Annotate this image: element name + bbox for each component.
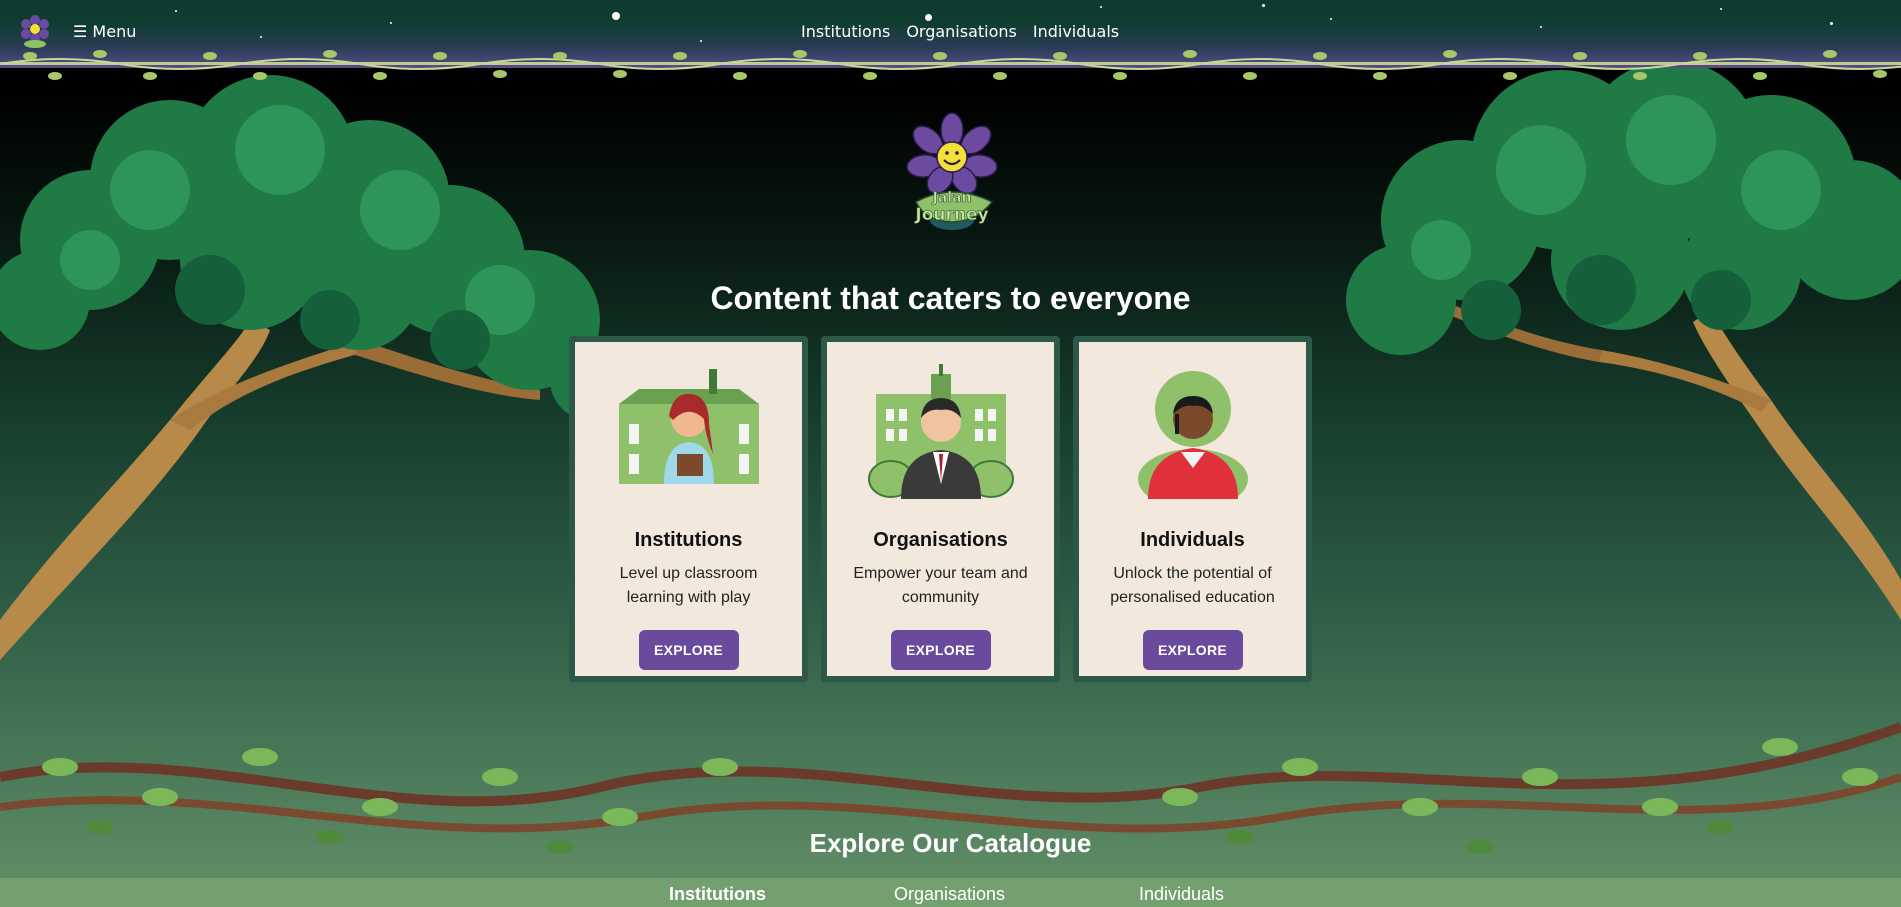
card-institutions: Institutions Level up classroom learning… [569,336,808,682]
nav-link-institutions[interactable]: Institutions [801,22,890,41]
jalan-journey-hero-logo: Jalan Journey [906,112,998,230]
hero-headline: Content that caters to everyone [710,280,1191,316]
card-title: Individuals [1140,529,1245,551]
audience-cards: Institutions Level up classroom learning… [569,336,1312,682]
businessman-building-illustration-icon [867,364,1014,499]
teacher-school-illustration-icon [618,369,759,484]
explore-institutions-button[interactable]: EXPLORE [638,630,739,670]
left-tree-illustration [0,75,630,660]
explore-organisations-button[interactable]: EXPLORE [890,630,991,670]
nav-link-organisations[interactable]: Organisations [906,22,1017,41]
right-tree-illustration [1346,60,1901,620]
card-individuals: Individuals Unlock the potential of pers… [1073,336,1312,682]
vine-leaves-decoration [0,50,1901,80]
catalogue-heading: Explore Our Catalogue [809,828,1092,858]
card-description: Level up classroom learning with play [619,565,758,606]
svg-text:Jalan: Jalan [932,190,972,206]
jalan-journey-logo-icon[interactable] [18,14,52,48]
card-organisations: Organisations Empower your team and comm… [821,336,1060,682]
card-description: Empower your team and community [853,565,1028,606]
card-description: Unlock the potential of personalised edu… [1110,565,1275,606]
catalogue-tab-organisations[interactable]: Organisations [894,884,1005,905]
explore-individuals-button[interactable]: EXPLORE [1142,630,1243,670]
nav-link-individuals[interactable]: Individuals [1033,22,1119,41]
catalogue-tab-individuals[interactable]: Individuals [1139,884,1224,905]
top-nav-links: Institutions Organisations Individuals [801,22,1119,41]
catalogue-tab-institutions[interactable]: Institutions [669,884,766,905]
student-individual-illustration-icon [1137,371,1248,499]
menu-button[interactable]: ☰ Menu [73,22,136,41]
card-title: Institutions [634,529,743,551]
card-title: Organisations [873,529,1008,551]
svg-text:Journey: Journey [914,205,988,225]
top-navigation-bar: ☰ Menu Institutions Organisations Indivi… [0,0,1901,80]
